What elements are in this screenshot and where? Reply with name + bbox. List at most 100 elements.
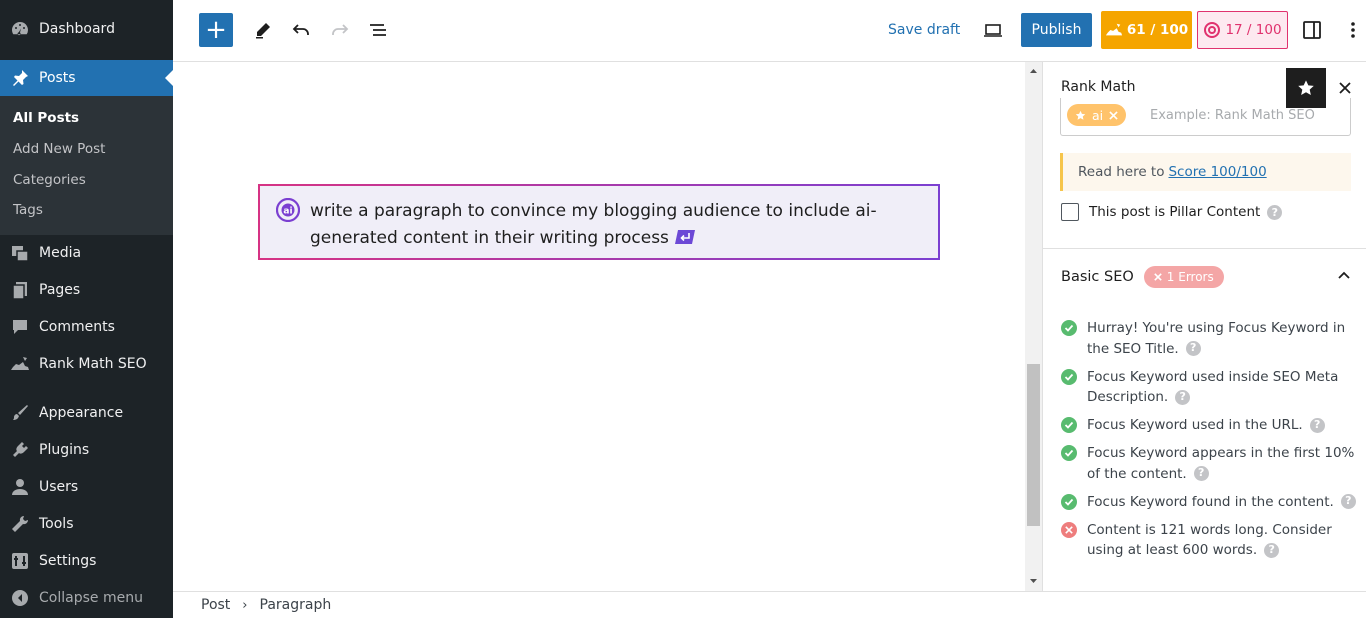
submenu-add-new-post[interactable]: Add New Post	[13, 141, 105, 157]
scrollbar-thumb[interactable]	[1027, 364, 1040, 526]
add-block-button[interactable]: +	[199, 13, 233, 47]
seo-score-button[interactable]: 61 / 100	[1101, 11, 1192, 49]
pillar-content-option: This post is Pillar Content ?	[1061, 203, 1283, 221]
panel-title: Rank Math	[1061, 79, 1136, 95]
block-breadcrumb: Post › Paragraph	[173, 591, 1366, 618]
pin-icon	[10, 68, 30, 88]
content-ai-icon	[1204, 22, 1221, 38]
focus-keyword-tag[interactable]: ai	[1067, 104, 1127, 126]
content-ai-prompt-block[interactable]: ai write a paragraph to convince my blog…	[258, 184, 940, 260]
help-icon[interactable]: ?	[1267, 204, 1283, 220]
editor-toolbar: + Save draft Publish 61 / 100 17 / 100	[173, 0, 1366, 62]
sidebar-toggle-icon	[1303, 21, 1321, 39]
media-icon	[10, 243, 30, 263]
breadcrumb-paragraph[interactable]: Paragraph	[260, 597, 332, 613]
scroll-up-icon[interactable]	[1025, 64, 1042, 78]
active-indicator	[165, 70, 173, 86]
seo-check-item: Focus Keyword found in the content.?	[1061, 492, 1356, 513]
score-100-link[interactable]: Score 100/100	[1168, 164, 1266, 180]
close-icon	[1154, 273, 1162, 281]
svg-text:ai: ai	[283, 207, 292, 217]
seo-check-item: Focus Keyword appears in the first 10% o…	[1061, 443, 1356, 484]
wrench-icon	[10, 514, 30, 534]
sidebar-item-plugins[interactable]: Plugins	[0, 432, 173, 468]
preview-button[interactable]	[979, 13, 1007, 47]
submenu-tags[interactable]: Tags	[13, 202, 43, 218]
sidebar-item-pages[interactable]: Pages	[0, 272, 173, 308]
pencil-icon	[256, 23, 270, 39]
collapse-icon	[10, 588, 30, 608]
user-icon	[10, 477, 30, 497]
settings-sidebar-toggle[interactable]	[1298, 13, 1326, 47]
sidebar-item-settings[interactable]: Settings	[0, 543, 173, 579]
document-overview-button[interactable]	[364, 13, 392, 47]
sidebar-item-appearance[interactable]: Appearance	[0, 395, 173, 431]
laptop-icon	[984, 24, 1002, 37]
content-ai-score-button[interactable]: 17 / 100	[1197, 11, 1288, 49]
basic-seo-title: Basic SEO	[1061, 269, 1134, 285]
ai-prompt-text[interactable]: write a paragraph to convince my bloggin…	[310, 198, 910, 252]
tools-button[interactable]	[249, 13, 277, 47]
plug-icon	[10, 440, 30, 460]
paintbrush-icon	[10, 403, 30, 423]
score-notice: Read here to Score 100/100	[1060, 153, 1351, 191]
pillar-content-checkbox[interactable]	[1061, 203, 1079, 221]
seo-check-item: Focus Keyword used in the URL.?	[1061, 415, 1356, 436]
submenu-all-posts[interactable]: All Posts	[13, 110, 79, 126]
help-icon[interactable]: ?	[1175, 389, 1191, 405]
chevron-up-icon	[1338, 271, 1350, 279]
sidebar-item-posts[interactable]: Posts	[0, 60, 173, 96]
focus-keyword-placeholder: Example: Rank Math SEO	[1150, 108, 1315, 123]
sidebar-item-dashboard[interactable]: Dashboard	[0, 11, 173, 47]
enter-key-icon[interactable]	[674, 229, 696, 245]
focus-keyword-input[interactable]: ai Example: Rank Math SEO	[1060, 98, 1351, 136]
editor-scrollbar[interactable]	[1025, 62, 1042, 591]
settings-icon	[10, 551, 30, 571]
posts-submenu: All Posts Add New Post Categories Tags	[0, 96, 173, 235]
editor-canvas[interactable]: ai write a paragraph to convince my blog…	[173, 62, 1025, 591]
help-icon[interactable]: ?	[1193, 466, 1209, 481]
scroll-down-icon[interactable]	[1025, 574, 1042, 588]
check-pass-icon	[1061, 493, 1077, 510]
chevron-right-icon: ›	[242, 597, 248, 613]
options-menu-button[interactable]	[1343, 13, 1363, 47]
undo-button[interactable]	[287, 13, 315, 47]
star-icon	[1298, 80, 1314, 96]
sidebar-item-media[interactable]: Media	[0, 235, 173, 271]
submenu-categories[interactable]: Categories	[13, 172, 86, 188]
redo-button[interactable]	[326, 13, 354, 47]
seo-check-item: Content is 121 words long. Consider usin…	[1061, 520, 1356, 561]
help-icon[interactable]: ?	[1309, 417, 1325, 433]
check-pass-icon	[1061, 320, 1077, 336]
sidebar-item-users[interactable]: Users	[0, 469, 173, 505]
sidebar-item-rank-math[interactable]: Rank Math SEO	[0, 346, 173, 382]
help-icon[interactable]: ?	[1185, 341, 1201, 356]
close-icon	[1339, 82, 1351, 94]
close-panel-button[interactable]	[1333, 76, 1357, 100]
admin-sidebar: Dashboard Posts All Posts Add New Post C…	[0, 0, 173, 618]
save-draft-button[interactable]: Save draft	[888, 13, 960, 47]
sidebar-item-comments[interactable]: Comments	[0, 309, 173, 345]
check-pass-icon	[1061, 417, 1077, 433]
basic-seo-toggle[interactable]: Basic SEO 1 Errors	[1061, 262, 1351, 292]
pages-icon	[10, 280, 30, 300]
undo-icon	[292, 24, 309, 35]
collapse-menu-button[interactable]: Collapse menu	[0, 580, 173, 616]
plus-icon: +	[205, 15, 227, 45]
help-icon[interactable]: ?	[1264, 542, 1280, 558]
sidebar-item-tools[interactable]: Tools	[0, 506, 173, 542]
check-fail-icon	[1061, 521, 1077, 538]
errors-badge: 1 Errors	[1143, 266, 1224, 288]
publish-button[interactable]: Publish	[1021, 13, 1092, 47]
rank-math-icon	[1105, 23, 1122, 36]
help-icon[interactable]: ?	[1340, 494, 1356, 509]
comment-icon	[10, 317, 30, 337]
check-pass-icon	[1061, 445, 1077, 461]
rank-math-panel: Rank Math ai Example: Rank Math SEO Read…	[1042, 62, 1366, 591]
rank-math-icon	[10, 354, 30, 374]
remove-tag-icon[interactable]	[1109, 110, 1118, 120]
seo-check-item: Hurray! You're using Focus Keyword in th…	[1061, 318, 1356, 359]
list-view-icon	[370, 24, 386, 36]
seo-check-item: Focus Keyword used inside SEO Meta Descr…	[1061, 367, 1356, 408]
breadcrumb-post[interactable]: Post	[201, 597, 230, 613]
